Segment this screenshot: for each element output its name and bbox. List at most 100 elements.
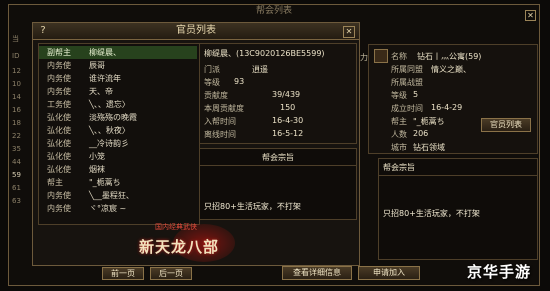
- detail-label: 等级: [204, 78, 220, 87]
- apply-join-button[interactable]: 申请加入: [358, 266, 420, 280]
- member-motto-panel: 帮会宗旨 只招80+生活玩家，不打架: [199, 148, 357, 220]
- strip-label: 22: [12, 132, 21, 140]
- divider: [379, 175, 537, 176]
- member-position: 内务使: [47, 74, 71, 83]
- member-motto-title: 帮会宗旨: [262, 153, 294, 162]
- member-name: 辰哥: [89, 61, 105, 70]
- member-position: 内务使: [47, 191, 71, 200]
- guild-info-value: 206: [413, 129, 429, 138]
- detail-label: 离线时间: [204, 130, 236, 139]
- member-name: "_栀蒿ち: [89, 178, 121, 187]
- member-row[interactable]: 内务使 天、帝: [39, 85, 197, 98]
- detail-label: 贡献度: [204, 91, 228, 100]
- detail-value: 39/439: [272, 90, 301, 99]
- guild-motto-text: 只招80+生活玩家，不打架: [383, 209, 480, 218]
- detail-label: 门派: [204, 65, 220, 74]
- dialog-close-icon[interactable]: ✕: [343, 26, 355, 38]
- member-row[interactable]: 弘化使 烟袜: [39, 163, 197, 176]
- guild-info-label: 等级: [391, 91, 407, 100]
- guild-info-label: 所属战盟: [391, 78, 423, 87]
- member-detail-name: 柳缇晨、(13C9020126BE5599): [204, 49, 325, 58]
- officials-list-button[interactable]: 官员列表: [481, 118, 531, 132]
- member-name: ヾ°凉宸 ~: [89, 204, 127, 213]
- member-position: 帮主: [47, 178, 63, 187]
- guild-info-label: 成立时间: [391, 104, 423, 113]
- member-position: 内务使: [47, 204, 71, 213]
- guild-info-value: 16-4-29: [431, 103, 463, 112]
- guild-info-panel: 名称 钻石丨灬公寓(59) 所属同盟 情义之巅、 所属战盟 等级 5 成立时间 …: [368, 44, 538, 154]
- member-name: ╲__墨程狂、: [89, 191, 134, 200]
- guild-info-label: 人数: [391, 130, 407, 139]
- strip-label: 44: [12, 158, 21, 166]
- member-name: 小笼: [89, 152, 105, 161]
- member-row[interactable]: 内务使 辰哥: [39, 59, 197, 72]
- officials-member-list: 副帮主 柳缇晨、 内务使 辰哥 内务使 谁许流年 内务使 天、帝 工务使 ╲、、遗忘〉 弘…: [38, 43, 200, 225]
- member-position: 工务使: [47, 100, 71, 109]
- detail-value: 16-4-30: [272, 116, 304, 125]
- member-row[interactable]: 副帮主 柳缇晨、: [39, 46, 197, 59]
- member-position: 内务使: [47, 61, 71, 70]
- strip-label: 35: [12, 145, 21, 153]
- strip-label: 59: [12, 171, 21, 179]
- detail-value: 150: [280, 103, 296, 112]
- guild-info-label: 城市: [391, 143, 407, 152]
- guild-info-value: 钻石丨灬公寓(59): [417, 52, 482, 61]
- member-name: 淡殇殇の晚霞: [89, 113, 137, 122]
- strip-label: 12: [12, 67, 21, 75]
- guild-info-header-fragment: 力: [360, 53, 368, 62]
- member-row[interactable]: 工务使 ╲、、遗忘〉: [39, 98, 197, 111]
- strip-label: 18: [12, 119, 21, 127]
- member-name: __冷诗韵彡: [89, 139, 129, 148]
- member-name: ╲、、遗忘〉: [89, 100, 130, 109]
- member-position: 弘化使: [47, 139, 71, 148]
- window-close-icon[interactable]: ✕: [525, 10, 536, 21]
- strip-label: 16: [12, 106, 21, 114]
- member-row[interactable]: 内务使 ヾ°凉宸 ~: [39, 202, 197, 215]
- member-name: 天、帝: [89, 87, 113, 96]
- strip-label: 10: [12, 80, 21, 88]
- member-row[interactable]: 弘化使 小笼: [39, 150, 197, 163]
- guild-id-column: 当 ID 12 10 14 16 18 22 35 44 59 61 63: [12, 34, 32, 222]
- member-name: 烟袜: [89, 165, 105, 174]
- guild-info-label: 所属同盟: [391, 65, 423, 74]
- detail-label: 本周贡献度: [204, 104, 244, 113]
- guild-info-value: 5: [413, 90, 419, 99]
- member-position: 弘化使: [47, 126, 71, 135]
- detail-label: 入帮时间: [204, 117, 236, 126]
- guild-motto-title: 帮会宗旨: [383, 163, 415, 172]
- detail-value: 93: [234, 77, 245, 86]
- detail-value: 逍遥: [252, 65, 268, 74]
- divider: [200, 165, 356, 166]
- guild-info-value: "_栀蒿ち: [413, 117, 445, 126]
- member-row[interactable]: 弘化使 ╲、、秋夜〉: [39, 124, 197, 137]
- guild-list-title: 帮会列表: [255, 6, 292, 16]
- member-row[interactable]: 帮主 "_栀蒿ち: [39, 176, 197, 189]
- officials-title: 官员列表: [33, 23, 359, 40]
- strip-label: ID: [12, 52, 20, 60]
- guild-info-label: 名称: [391, 52, 407, 61]
- logo-tagline: 国内经典武侠: [155, 223, 197, 231]
- guild-info-value: 情义之巅、: [431, 65, 471, 74]
- member-motto-text: 只招80+生活玩家，不打架: [204, 202, 301, 211]
- prev-page-button[interactable]: 前一页: [102, 267, 144, 280]
- strip-label: 当: [12, 35, 19, 43]
- member-name: ╲、、秋夜〉: [89, 126, 130, 135]
- guild-motto-panel: 帮会宗旨 只招80+生活玩家，不打架: [378, 158, 538, 260]
- member-detail-panel: 柳缇晨、(13C9020126BE5599) 门派 逍遥 等级 93 贡献度 3…: [199, 43, 357, 144]
- member-row[interactable]: 弘化使 淡殇殇の晚霞: [39, 111, 197, 124]
- member-name: 柳缇晨、: [89, 48, 121, 57]
- view-details-button[interactable]: 查看详细信息: [282, 266, 352, 280]
- member-name: 谁许流年: [89, 74, 121, 83]
- member-position: 弘化使: [47, 165, 71, 174]
- member-row[interactable]: 弘化使 __冷诗韵彡: [39, 137, 197, 150]
- member-position: 弘化使: [47, 113, 71, 122]
- help-icon[interactable]: ?: [37, 25, 49, 37]
- next-page-button[interactable]: 后一页: [150, 267, 192, 280]
- guild-emblem-icon: [374, 49, 388, 63]
- strip-label: 61: [12, 184, 21, 192]
- member-row[interactable]: 内务使 ╲__墨程狂、: [39, 189, 197, 202]
- strip-label: 63: [12, 197, 21, 205]
- member-position: 副帮主: [47, 48, 71, 57]
- member-row[interactable]: 内务使 谁许流年: [39, 72, 197, 85]
- game-logo: 国内经典武侠 新天龙八部: [125, 222, 253, 266]
